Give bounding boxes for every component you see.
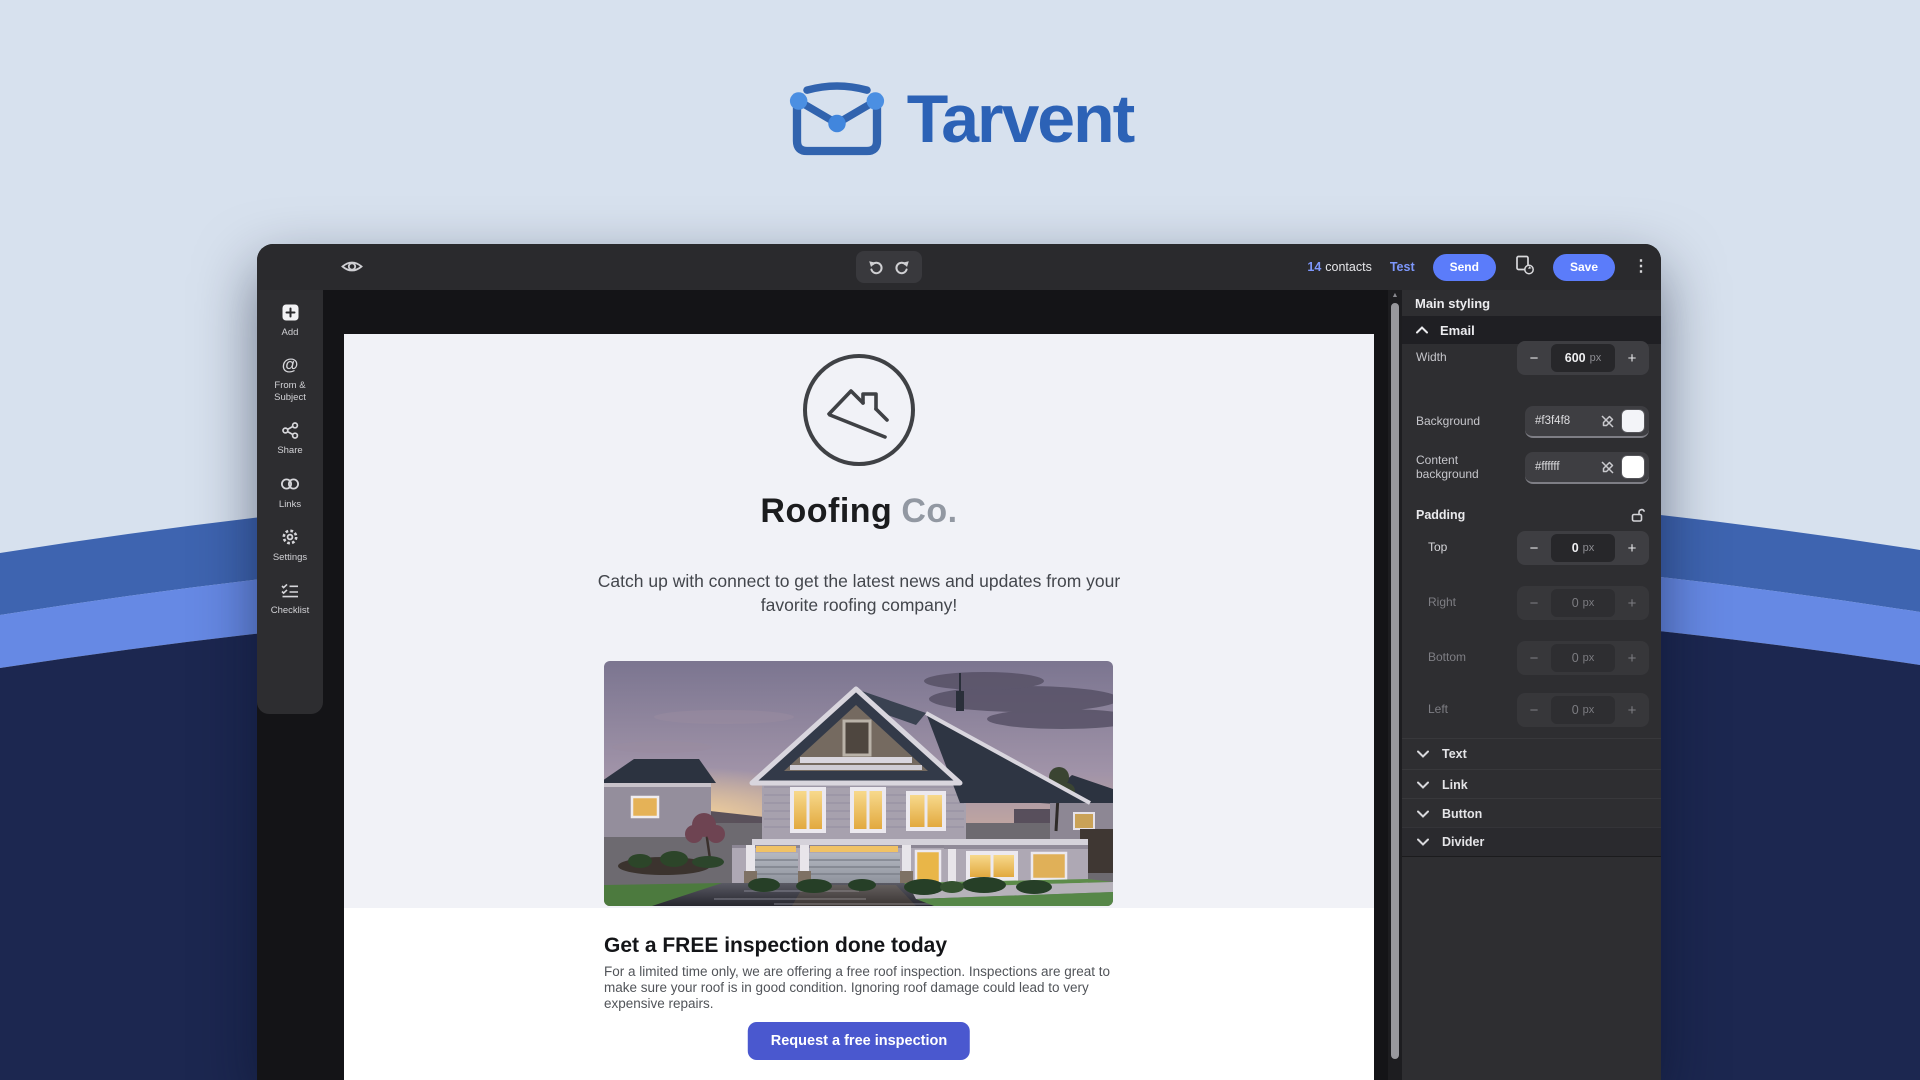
canvas-scrollbar[interactable]: ▲ [1388,290,1402,1080]
styling-panel: Main styling Email Width − 600 px + Back… [1402,290,1661,1080]
chevron-down-icon [1417,776,1429,794]
contacts-count: 14contacts [1307,260,1371,274]
content-background-row: Content background #ffffff [1402,448,1661,488]
left-sidebar: Add @ From & Subject Share [257,290,323,714]
padding-right-row: Right − 0 px + [1402,585,1661,621]
padding-unlock-icon[interactable] [1630,507,1647,523]
eyedropper-off-icon[interactable] [1600,460,1615,475]
email-brand-title[interactable]: RoofingCo. [344,492,1374,531]
padding-right-increment-button[interactable]: + [1615,586,1649,620]
content-background-color-swatch[interactable] [1621,455,1645,479]
padding-bottom-decrement-button[interactable]: − [1517,641,1551,675]
preview-eye-icon[interactable] [341,258,365,276]
background-color-swatch[interactable] [1621,409,1645,433]
save-button[interactable]: Save [1553,254,1615,281]
chevron-down-icon [1417,805,1429,823]
width-value[interactable]: 600 [1565,351,1586,365]
padding-left-decrement-button[interactable]: − [1517,693,1551,727]
width-decrement-button[interactable]: − [1517,341,1551,375]
house-photo[interactable] [604,661,1113,906]
padding-top-row: Top − 0 px + [1402,530,1661,566]
padding-bottom-stepper: − 0 px + [1517,641,1649,675]
email-intro-text[interactable]: Catch up with connect to get the latest … [579,570,1139,617]
at-sign-icon: @ [282,355,299,375]
padding-right-decrement-button[interactable]: − [1517,586,1551,620]
history-group [856,251,922,283]
sidebar-item-from-subject[interactable]: @ From & Subject [258,355,322,403]
padding-left-increment-button[interactable]: + [1615,693,1649,727]
share-icon [282,420,299,440]
redo-icon[interactable] [894,259,910,275]
button-accordion-header[interactable]: Button [1402,798,1661,828]
padding-top-increment-button[interactable]: + [1615,531,1649,565]
request-inspection-button[interactable]: Request a free inspection [748,1022,970,1060]
email-section-heading[interactable]: Get a FREE inspection done today [604,934,947,958]
undo-icon[interactable] [868,259,884,275]
toolbar-actions: 14contacts Test Send Save ⋮ [1307,244,1649,290]
test-button[interactable]: Test [1390,260,1415,274]
sidebar-item-checklist[interactable]: Checklist [258,580,322,616]
checklist-icon [281,580,299,600]
tarvent-envelope-icon [787,76,887,161]
text-accordion-header[interactable]: Text [1402,738,1661,768]
chevron-down-icon [1417,745,1429,763]
sidebar-item-settings[interactable]: Settings [258,527,322,563]
padding-top-stepper: − 0 px + [1517,531,1649,565]
chevron-down-icon [1417,833,1429,851]
sidebar-item-share[interactable]: Share [258,420,322,456]
divider-accordion-header[interactable]: Divider [1402,827,1661,857]
width-increment-button[interactable]: + [1615,341,1649,375]
chevron-up-icon [1416,321,1428,339]
background-hex-value: #f3f4f8 [1535,415,1600,427]
link-accordion-header[interactable]: Link [1402,769,1661,799]
width-row: Width − 600 px + [1402,340,1661,376]
padding-header: Padding [1402,500,1661,530]
send-button[interactable]: Send [1433,254,1496,281]
padding-left-row: Left − 0 px + [1402,692,1661,728]
plus-square-icon [282,302,299,322]
email-section-body[interactable]: For a limited time only, we are offering… [604,964,1122,1012]
panel-title: Main styling [1415,296,1490,311]
links-icon [280,474,300,494]
toolbar: 14contacts Test Send Save ⋮ [257,244,1661,290]
eyedropper-off-icon[interactable] [1600,414,1615,429]
email-canvas: RoofingCo. Catch up with connect to get … [344,334,1374,1080]
padding-top-decrement-button[interactable]: − [1517,531,1551,565]
scrollbar-thumb[interactable] [1391,303,1399,1059]
sidebar-item-links[interactable]: Links [258,474,322,510]
brand-header: Tarvent [0,76,1920,161]
width-stepper: − 600 px + [1517,341,1649,375]
background-color-field[interactable]: #f3f4f8 [1525,406,1649,438]
sidebar-item-add[interactable]: Add [258,302,322,338]
email-builder-window: 14contacts Test Send Save ⋮ Add @ From & [257,244,1661,1080]
gear-icon [281,527,299,547]
roof-circle-logo[interactable] [803,354,915,466]
save-template-sync-icon[interactable] [1514,254,1535,280]
content-background-hex-value: #ffffff [1535,461,1600,473]
padding-bottom-row: Bottom − 0 px + [1402,640,1661,676]
content-background-color-field[interactable]: #ffffff [1525,452,1649,484]
padding-right-stepper: − 0 px + [1517,586,1649,620]
more-options-kebab-icon[interactable]: ⋮ [1633,259,1649,275]
padding-left-stepper: − 0 px + [1517,693,1649,727]
padding-bottom-increment-button[interactable]: + [1615,641,1649,675]
brand-wordmark: Tarvent [907,80,1134,158]
background-row: Background #f3f4f8 [1402,404,1661,440]
scroll-up-arrow-icon[interactable]: ▲ [1388,292,1402,299]
